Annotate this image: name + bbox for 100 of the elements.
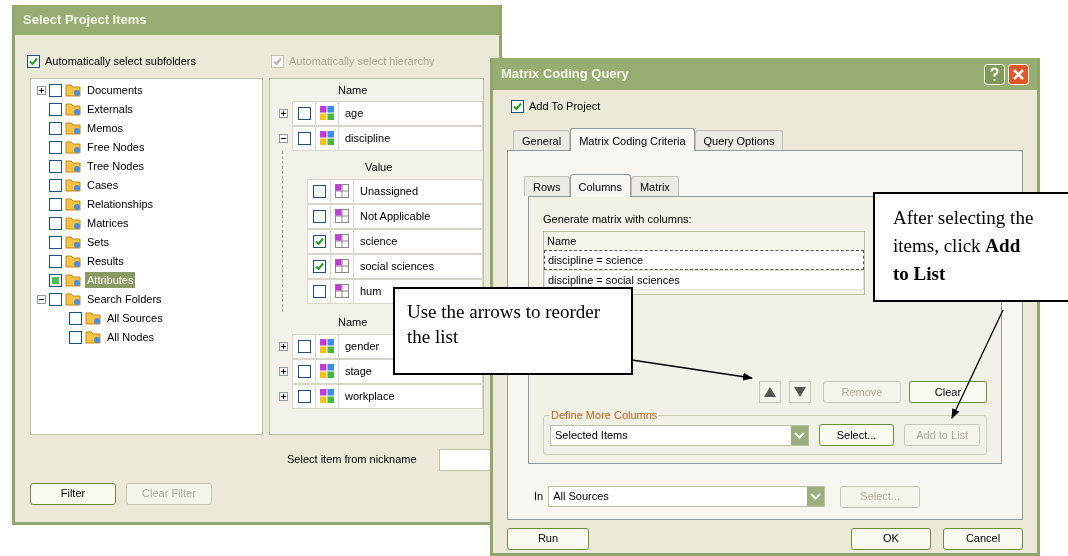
grid-icon — [335, 184, 349, 198]
folder-icon — [65, 234, 82, 250]
folder-icon — [65, 177, 82, 193]
folder-icon — [65, 139, 82, 155]
expand-icon[interactable] — [278, 341, 288, 351]
tree-item[interactable]: Tree Nodes — [85, 157, 147, 175]
expand-icon[interactable] — [278, 108, 288, 118]
button[interactable]: Run — [507, 527, 589, 550]
checkbox[interactable] — [49, 178, 62, 192]
grid-icon — [335, 284, 349, 298]
button[interactable]: Clear — [909, 381, 987, 403]
tab[interactable]: General — [513, 129, 571, 150]
list-row[interactable]: discipline = science — [544, 250, 864, 270]
list-row[interactable]: discipline = social sciences — [544, 270, 864, 290]
folder-icon — [85, 329, 102, 345]
tab[interactable]: Columns — [569, 173, 631, 197]
up-arrow-icon — [764, 387, 776, 397]
callout: Use the arrows to reorder the list — [393, 287, 633, 375]
tree-item[interactable]: Memos — [85, 119, 126, 137]
folder-icon — [65, 215, 82, 231]
folder-icon — [65, 120, 82, 136]
folder-icon — [65, 196, 82, 212]
down-arrow-icon — [794, 387, 806, 397]
checkbox[interactable] — [49, 216, 62, 230]
checkbox[interactable] — [312, 259, 326, 273]
tab[interactable]: Matrix — [630, 175, 679, 196]
checkbox[interactable] — [69, 311, 82, 325]
grid-icon — [320, 364, 334, 378]
expand-icon[interactable] — [278, 366, 288, 376]
checkbox[interactable] — [49, 292, 62, 306]
checkbox[interactable] — [49, 140, 62, 154]
grid-icon — [335, 234, 349, 248]
checkbox-label: Automatically select subfolders — [45, 54, 196, 69]
checkbox[interactable] — [297, 106, 311, 120]
tree-item[interactable]: All Sources — [105, 309, 165, 327]
table-cell: discipline — [338, 125, 483, 151]
tree-item[interactable]: Search Folders — [85, 290, 164, 308]
close-icon[interactable] — [1008, 63, 1029, 85]
button[interactable]: Filter — [30, 482, 116, 505]
checkbox[interactable] — [49, 159, 62, 173]
help-icon[interactable] — [984, 63, 1005, 85]
tree-item[interactable]: Sets — [85, 233, 111, 251]
tree-item[interactable]: Relationships — [85, 195, 156, 213]
checkbox[interactable] — [297, 364, 311, 378]
tree-item[interactable]: Results — [85, 252, 126, 270]
checkbox[interactable] — [297, 389, 311, 403]
button[interactable]: Select... — [818, 424, 895, 446]
table-cell: age — [338, 100, 483, 126]
tree-item[interactable]: Cases — [85, 176, 121, 194]
table-cell: Not Applicable — [353, 203, 483, 229]
tab[interactable]: Query Options — [694, 129, 784, 150]
checkbox[interactable] — [312, 234, 326, 248]
move-down-button[interactable] — [789, 381, 811, 403]
checkbox[interactable] — [312, 184, 326, 198]
checkbox[interactable] — [297, 339, 311, 353]
tree-item[interactable]: Matrices — [85, 214, 131, 232]
grid-icon — [320, 389, 334, 403]
button[interactable]: Cancel — [943, 527, 1023, 550]
checkbox[interactable] — [49, 83, 62, 97]
checkbox[interactable] — [49, 254, 62, 268]
folder-icon — [65, 101, 82, 117]
tab[interactable]: Matrix Coding Criteria — [570, 127, 695, 151]
grid-icon — [320, 131, 334, 145]
checkbox[interactable] — [511, 99, 524, 113]
checkbox[interactable] — [312, 284, 326, 298]
callout: After selecting the items, click Add to List — [873, 192, 1068, 302]
checkbox[interactable] — [27, 54, 40, 68]
dropdown[interactable]: All Sources — [548, 486, 826, 507]
expand-icon[interactable] — [278, 391, 288, 401]
tree-item[interactable]: Documents — [85, 81, 145, 99]
checkbox-label: Automatically select hierarchy — [289, 54, 435, 69]
collapse-icon[interactable] — [278, 133, 288, 143]
grid-icon — [335, 259, 349, 273]
folder-icon — [85, 310, 102, 326]
column-header: Name — [338, 315, 368, 331]
button[interactable]: OK — [851, 527, 931, 550]
checkbox[interactable] — [69, 330, 82, 344]
checkbox[interactable] — [49, 121, 62, 135]
checkbox[interactable] — [49, 235, 62, 249]
table-cell: science — [353, 228, 483, 254]
dropdown[interactable]: Selected Items — [550, 424, 809, 446]
column-header: Value — [365, 160, 393, 176]
field-label: Select item from nickname — [287, 452, 418, 468]
grid-icon — [335, 209, 349, 223]
expand-icon[interactable] — [37, 85, 46, 95]
checkbox[interactable] — [49, 273, 62, 287]
group-title: Define More Columns — [550, 408, 659, 422]
tree-item[interactable]: Externals — [85, 100, 135, 118]
window-title: Matrix Coding Query — [501, 65, 629, 84]
tree-item[interactable]: All Nodes — [105, 328, 157, 346]
checkbox[interactable] — [297, 131, 311, 145]
checkbox-label: Add To Project — [529, 99, 601, 114]
list-caption: Generate matrix with columns: — [543, 211, 692, 227]
move-up-button[interactable] — [759, 381, 781, 403]
checkbox[interactable] — [49, 102, 62, 116]
collapse-icon[interactable] — [37, 294, 46, 304]
checkbox[interactable] — [312, 209, 326, 223]
checkbox[interactable] — [49, 197, 62, 211]
tree-item[interactable]: Free Nodes — [85, 138, 147, 156]
tab[interactable]: Rows — [524, 175, 570, 196]
